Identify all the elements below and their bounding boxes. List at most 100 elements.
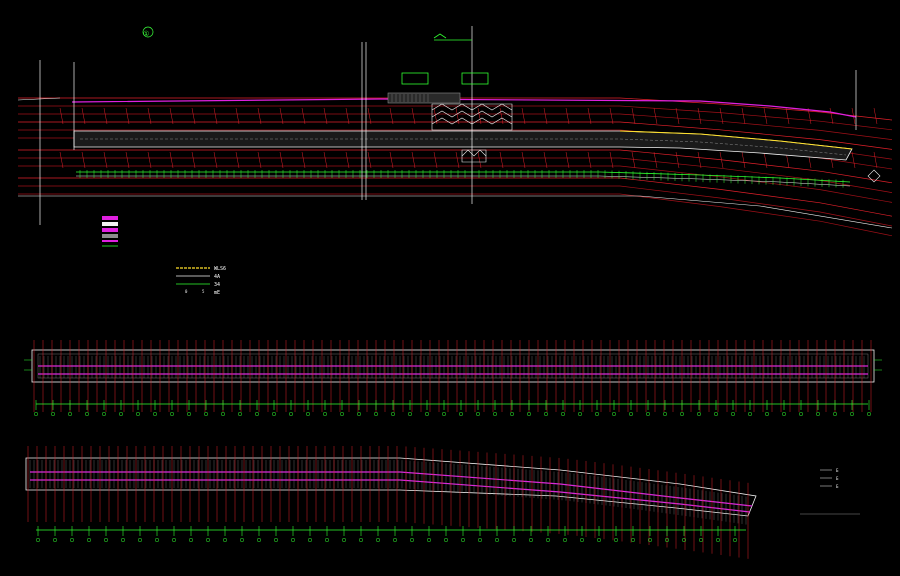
elevation-1-grid-bubble: [781, 411, 787, 417]
elevation-2-grid-bubble: [647, 537, 653, 543]
elevation-1-grid-bubble: [815, 411, 821, 417]
roadway-lines: [17, 97, 893, 237]
scale-mark-0: 0: [185, 289, 188, 294]
elevation-1-grid-bubble: [169, 411, 175, 417]
road-cross-tick: [587, 107, 592, 125]
road-cross-tick: [301, 107, 306, 125]
elevation-1-grid-bubble: [33, 411, 39, 417]
elevation-1-grid-bubble: [611, 411, 617, 417]
road-outer-line: [18, 195, 893, 229]
elevation-2-grid-bubble: [52, 537, 58, 543]
straight-elevation: [24, 340, 882, 417]
road-cross-tick: [389, 151, 394, 169]
road-cross-tick: [59, 151, 64, 169]
legend-small-item-1: 4A: [214, 274, 220, 280]
road-cross-tick: [323, 107, 328, 125]
elevation-1-grid-bubble: [492, 411, 498, 417]
elevation-1-grid-bubble: [356, 411, 362, 417]
road-cross-tick: [763, 151, 768, 169]
elevation-1-grid-bubble: [560, 411, 566, 417]
elevation-1-grid-bubble: [186, 411, 192, 417]
road-cross-tick: [235, 151, 240, 169]
elevation-1-grid-bubble: [118, 411, 124, 417]
elevation-2-grid-bubble: [358, 537, 364, 543]
elevation-2-grid-bubble: [630, 537, 636, 543]
elevation-1-grid-bubble: [339, 411, 345, 417]
legend-small-item-2: 34: [214, 282, 220, 288]
elevation-2-grid-bubble: [528, 537, 534, 543]
elevation-2-grid-bubble: [290, 537, 296, 543]
elevation-2-grid-bubble: [137, 537, 143, 543]
elevation-1-grid-bubble: [101, 411, 107, 417]
road-edge-line: [18, 165, 893, 203]
track-ticks: [79, 170, 844, 188]
elevation-1-grid-bubble: [424, 411, 430, 417]
elevation-2-grid-marks: [35, 526, 738, 543]
plan-view: ① WLS6 4A 34 mE 0 5: [17, 26, 893, 296]
road-cross-tick: [213, 107, 218, 125]
elevation-2-grid-bubble: [324, 537, 330, 543]
elevation-1-grid-bubble: [271, 411, 277, 417]
road-cross-tick: [675, 151, 680, 169]
elevation-1-grid-bubble: [237, 411, 243, 417]
elevation-2-grid-bubble: [545, 537, 551, 543]
road-cross-tick: [103, 107, 108, 125]
cad-drawing-canvas: ① WLS6 4A 34 mE 0 5 Б Б Б: [17, 26, 893, 559]
elevation-2-grid-bubble: [256, 537, 262, 543]
elevation-2-grid-bubble: [562, 537, 568, 543]
elevation-legend-item-2: Б: [836, 484, 839, 489]
elevation-2-grid-bubble: [154, 537, 160, 543]
road-cross-tick: [235, 107, 240, 125]
elevation-1-grid-bubble: [441, 411, 447, 417]
elevation-1-grid-bubble: [526, 411, 532, 417]
road-cross-tick: [103, 151, 108, 169]
road-cross-tick: [191, 151, 196, 169]
elevation-2-grid-bubble: [477, 537, 483, 543]
road-cross-tick: [301, 151, 306, 169]
road-cross-tick: [653, 107, 658, 125]
elevation-legend-item-1: Б: [836, 476, 839, 481]
road-edge-line: [18, 105, 893, 131]
elevation-legend-item-0: Б: [836, 468, 839, 473]
elevation-1-grid-bubble: [866, 411, 872, 417]
elevation-2-grid-bubble: [460, 537, 466, 543]
elevation-1-grid-bubble: [543, 411, 549, 417]
elevation-1-grid-bubble: [84, 411, 90, 417]
road-cross-tick: [587, 151, 592, 169]
road-cross-tick: [257, 151, 262, 169]
elevation-2-grid-bubble: [86, 537, 92, 543]
elevation-2-grid-bubble: [715, 537, 721, 543]
elevation-2-grid-bubble: [375, 537, 381, 543]
road-cross-tick: [741, 151, 746, 169]
road-cross-tick: [125, 151, 130, 169]
elevation-2-grid-bubble: [494, 537, 500, 543]
road-cross-tick: [169, 107, 174, 125]
road-cross-tick: [499, 151, 504, 169]
road-edge-line: [18, 193, 893, 237]
road-cross-tick: [631, 151, 636, 169]
road-cross-tick: [631, 107, 636, 125]
road-cross-tick: [543, 151, 548, 169]
road-cross-tick: [543, 107, 548, 125]
road-cross-tick: [59, 107, 64, 125]
road-cross-tick: [367, 107, 372, 125]
road-cross-tick: [323, 151, 328, 169]
road-cross-tick: [257, 107, 262, 125]
road-cross-tick: [873, 151, 878, 169]
road-cross-tick: [477, 107, 482, 125]
elevation-2-grid-bubble: [205, 537, 211, 543]
elevation-2-grid-bubble: [35, 537, 41, 543]
elevation-1-grid-bubble: [577, 411, 583, 417]
road-cross-tick: [499, 107, 504, 125]
road-cross-tick: [609, 151, 614, 169]
elevation-1-grid-bubble: [475, 411, 481, 417]
elevation-1-grid-bubble: [696, 411, 702, 417]
elevation-2-grid-bubble: [426, 537, 432, 543]
road-cross-tick: [279, 151, 284, 169]
legend-main: [102, 216, 118, 247]
elevation-1-grid-bubble: [747, 411, 753, 417]
road-cross-tick: [213, 151, 218, 169]
road-cross-tick: [609, 107, 614, 125]
elevation-2-grid-bubble: [613, 537, 619, 543]
elevation-2-grid-bubble: [443, 537, 449, 543]
